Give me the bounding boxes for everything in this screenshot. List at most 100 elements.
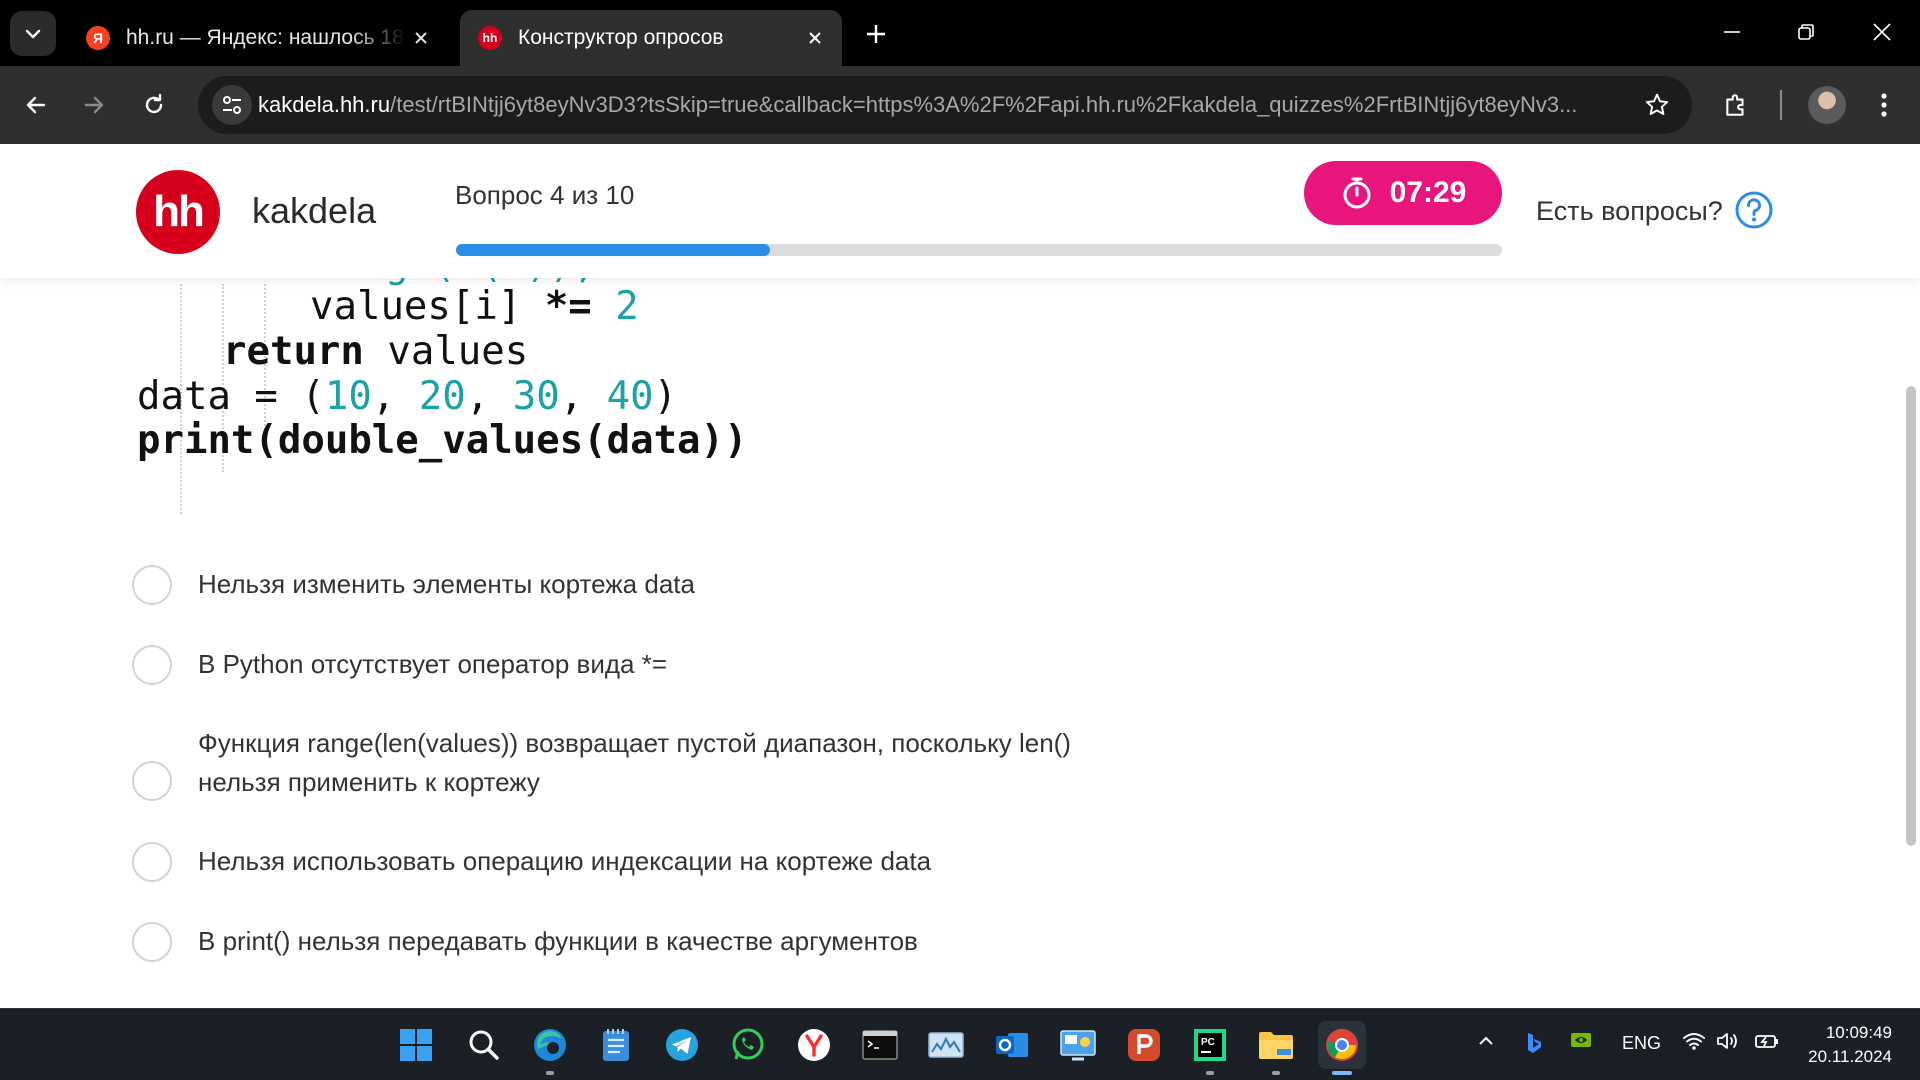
close-tab-icon[interactable]	[406, 23, 436, 53]
control-panel-icon	[1060, 1030, 1096, 1061]
timer-badge: 07:29	[1304, 161, 1502, 225]
browser-tab-strip: Я hh.ru — Яндекс: нашлось 18 млн результ…	[0, 0, 1920, 66]
radio-button[interactable]	[132, 761, 172, 801]
show-hidden-icons-button[interactable]	[1476, 1031, 1496, 1056]
reload-button[interactable]	[134, 85, 174, 125]
url-path: /test/rtBINtjj6yt8eyNv3D3?tsSkip=true&ca…	[390, 92, 1578, 117]
nvidia-icon	[1571, 1033, 1591, 1047]
taskbar-wps-presentation[interactable]	[1120, 1021, 1168, 1069]
answer-option-text-line: Функция range(len(values)) возвращает пу…	[198, 728, 1071, 758]
taskbar-whatsapp[interactable]	[724, 1021, 772, 1069]
bing-icon	[1528, 1033, 1541, 1053]
help-link[interactable]: Есть вопросы?	[1536, 196, 1723, 227]
radio-button[interactable]	[132, 922, 172, 962]
performance-monitor-icon	[928, 1032, 964, 1058]
close-window-button[interactable]	[1858, 10, 1906, 54]
plus-icon	[867, 25, 885, 43]
tab-survey-constructor[interactable]: hh Конструктор опросов	[460, 10, 842, 66]
code-token: ,	[371, 374, 419, 419]
timer-value: 07:29	[1389, 176, 1467, 209]
taskbar-telegram[interactable]	[658, 1021, 706, 1069]
answer-option[interactable]: Нельзя использовать операцию индексации …	[130, 840, 1230, 900]
bing-tray-button[interactable]	[1524, 1031, 1544, 1060]
back-button[interactable]	[16, 85, 56, 125]
start-button[interactable]	[392, 1021, 440, 1069]
radio-button[interactable]	[132, 645, 172, 685]
address-bar[interactable]: kakdela.hh.ru/test/rtBINtjj6yt8eyNv3D3?t…	[198, 76, 1692, 134]
answer-option[interactable]: Функция range(len(values)) возвращает пу…	[130, 722, 1230, 812]
volume-tray-button[interactable]	[1716, 1031, 1742, 1056]
chrome-icon	[1326, 1028, 1358, 1061]
taskbar-file-explorer[interactable]	[1252, 1021, 1300, 1075]
minimize-button[interactable]	[1708, 10, 1756, 54]
close-tab-icon[interactable]	[800, 23, 830, 53]
close-icon	[1873, 23, 1891, 41]
battery-tray-button[interactable]	[1754, 1031, 1780, 1056]
question-circle-icon[interactable]	[1734, 190, 1774, 230]
answer-option[interactable]: В Python отсутствует оператор вида *=	[130, 643, 1230, 703]
forward-button[interactable]	[74, 85, 114, 125]
tab-yandex-search[interactable]: Я hh.ru — Яндекс: нашлось 18 млн результ…	[68, 10, 448, 66]
chevron-down-icon	[25, 29, 41, 38]
new-tab-button[interactable]	[858, 16, 894, 52]
answer-option-text: Нельзя изменить элементы кортежа data	[198, 569, 695, 599]
arrow-right-icon	[84, 96, 104, 114]
radio-button[interactable]	[132, 565, 172, 605]
code-operator: *=	[544, 284, 616, 329]
language-indicator[interactable]: ENG	[1622, 1033, 1661, 1054]
restore-icon	[1798, 24, 1814, 40]
code-keyword: print	[137, 418, 255, 463]
toolbar-divider	[1780, 90, 1782, 120]
code-keyword: return	[223, 329, 364, 374]
answer-option-text-line: нельзя применить к кортежу	[198, 767, 540, 797]
stopwatch-icon	[1343, 177, 1371, 209]
profile-avatar[interactable]	[1808, 86, 1846, 124]
restore-button[interactable]	[1782, 10, 1830, 54]
taskbar-resource-monitor[interactable]	[922, 1021, 970, 1069]
taskbar-chrome[interactable]	[1318, 1021, 1366, 1075]
edge-icon	[534, 1029, 566, 1061]
hh-favicon-icon: hh	[478, 26, 502, 50]
taskbar-search-button[interactable]	[460, 1021, 508, 1069]
taskbar-edge[interactable]	[526, 1021, 574, 1075]
tune-icon	[223, 96, 241, 114]
code-token: )	[653, 374, 678, 419]
taskbar-notepad[interactable]	[592, 1021, 640, 1069]
wifi-tray-button[interactable]	[1682, 1031, 1706, 1056]
hh-logo[interactable]: hh	[136, 170, 220, 254]
code-line-print: print(double_values(data))	[137, 418, 748, 463]
clock-date: 20.11.2024	[1808, 1047, 1892, 1066]
code-number: 30	[512, 374, 560, 419]
answer-option[interactable]: В print() нельзя передавать функции в ка…	[130, 920, 1230, 980]
taskbar-control-panel[interactable]	[1054, 1021, 1102, 1069]
whatsapp-icon	[732, 1028, 764, 1060]
taskbar-yandex-browser[interactable]	[790, 1021, 838, 1069]
taskbar-terminal[interactable]	[856, 1021, 904, 1069]
taskbar-pycharm[interactable]: PC	[1186, 1021, 1234, 1075]
nvidia-tray-button[interactable]	[1570, 1031, 1592, 1054]
code-line-assign: values[i] *= 2	[310, 284, 639, 329]
url-host: kakdela.hh.ru	[258, 92, 391, 117]
chevron-up-icon	[1479, 1036, 1493, 1045]
page-scrollbar[interactable]	[1906, 386, 1916, 846]
browser-menu-button[interactable]	[1864, 85, 1904, 125]
taskbar-outlook[interactable]	[988, 1021, 1036, 1069]
minimize-icon	[1724, 31, 1740, 33]
system-clock[interactable]: 10:09:49 20.11.2024	[1808, 1021, 1892, 1069]
radio-button[interactable]	[132, 842, 172, 882]
tab-title: hh.ru — Яндекс: нашлось 18 млн результат…	[126, 26, 406, 49]
answer-option[interactable]: Нельзя изменить элементы кортежа data	[130, 564, 1230, 624]
folder-icon	[1259, 1032, 1293, 1059]
answer-option-text: Функция range(len(values)) возвращает пу…	[198, 724, 1198, 802]
clock-time: 10:09:49	[1825, 1023, 1892, 1042]
battery-charging-icon	[1755, 1035, 1778, 1048]
bookmark-star-button[interactable]	[1640, 88, 1674, 122]
site-info-button[interactable]	[212, 85, 252, 125]
tab-search-button[interactable]	[10, 11, 56, 56]
extensions-button[interactable]	[1716, 85, 1756, 125]
tab-title: Конструктор опросов	[518, 26, 724, 49]
more-vertical-icon	[1881, 93, 1887, 117]
outlook-icon	[996, 1033, 1028, 1057]
yandex-favicon-icon: Я	[86, 26, 110, 50]
telegram-icon	[666, 1029, 698, 1061]
